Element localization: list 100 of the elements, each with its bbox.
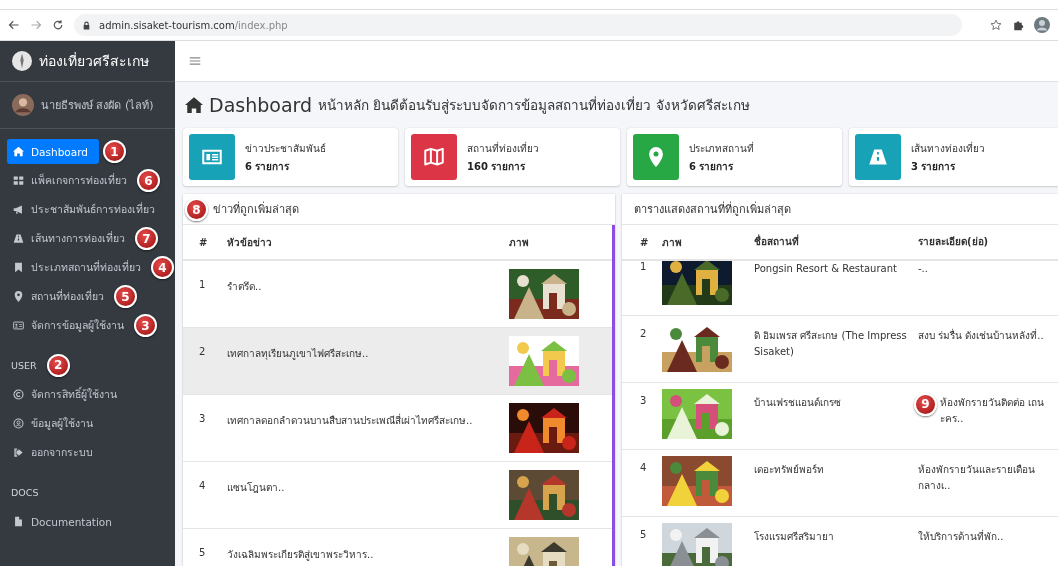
file-icon [13,516,24,527]
table-cell-text: เดอะทรัพย์พอร์ท [754,463,825,477]
table-cell: ห้องพักรายวันและรายเดือน กลางเ.. [918,464,1035,491]
info-box-label: ประเภทสถานที่ [689,140,754,156]
table-row[interactable]: 2 เทศกาลทุเรียนภูเขาไฟศรีสะเกษ.. [183,328,612,395]
info-box-count: 160 รายการ [467,159,527,174]
number-marker: 7 [135,227,158,250]
number-marker: 3 [134,314,157,337]
card-title: ตารางแสดงสถานที่ที่ถูกเพิ่มล่าสุด [634,200,791,218]
table-row[interactable]: 4 แซนโฎนตา.. [183,462,612,529]
nav-item[interactable]: เส้นทางการท่องเที่ยว [7,226,131,251]
home-icon [185,96,203,114]
user-name[interactable]: นายธีรพงษ์ สงผัด (ไลท์) [41,96,154,114]
table-cell-text: 1 [198,278,207,290]
column-header: # [639,236,650,248]
nav-item[interactable]: ประเภทสถานที่ท่องเที่ยว [7,255,147,280]
number-marker: 9 [914,393,937,416]
table-cell-text: 4 [639,461,648,473]
idcard-icon [13,320,24,331]
nav-item[interactable]: ประชาสัมพันธ์การท่องเที่ยว [7,197,161,222]
table-cell-text: 2 [639,327,648,339]
back-icon[interactable] [8,19,20,31]
table-cell-text: เทศกาลดอกลำดวนบานสืบสานประเพณีสี่เผ่าไทศรีสะเกษ.. [227,412,474,428]
nav-item[interactable]: จัดการข้อมูลผู้ใช้งาน [7,313,130,338]
table-cell-text: เทศกาลทุเรียนภูเขาไฟศรีสะเกษ.. [227,347,370,361]
column-header: ชื่อสถานที่ [754,234,800,249]
nav-item[interactable]: ข้อมูลผู้ใช้งาน [7,411,99,436]
table-cell-text: 5 [639,528,648,540]
nav-item[interactable]: Dashboard [7,139,99,164]
table-cell: -.. [918,263,928,274]
table-cell-text: โรงแรมศรีสริมายา [754,530,835,544]
map-icon [424,147,444,167]
page-subtitle: หน้าหลัก ยินดีต้อนรับสู่ระบบจัดการข้อมูลสถานที่ท่องเที่ยว จังหวัดศรีสะเกษ [318,95,750,116]
table-row[interactable]: 3 เทศกาลดอกลำดวนบานสืบสานประเพณีสี่เผ่าไทศรีสะเกษ.. [183,395,612,462]
number-marker: 4 [151,256,174,279]
table-cell-text: บ้านเฟรชแอนด์เกรซ [754,396,842,410]
column-header: ภาพ [662,235,683,250]
table-cell-text: Pongsin Resort & Restaurant [754,262,898,276]
table-row[interactable]: 1 รำตรึด.. [183,261,612,328]
table-cell-text: 2 [198,345,207,357]
table-cell: ให้บริการด้านที่พัก.. [918,531,1004,542]
table-cell-text: แซนโฎนตา.. [227,481,286,495]
table-cell-text: 4 [198,479,207,491]
number-marker: 1 [103,140,126,163]
section-header: USER [11,359,37,371]
number-marker: 5 [114,285,137,308]
column-header: # [198,236,209,248]
table-row[interactable]: 5 วังเฉลิมพระเกียรติสู่เขาพระวิหาร.. [183,529,612,566]
nav-item[interactable]: จัดการสิทธิ์ผู้ใช้งาน [7,382,123,407]
table-cell-text: 3 [639,394,648,406]
table-cell-text: 5 [198,546,207,558]
nav-item[interactable]: สถานที่ท่องเที่ยว [7,284,110,309]
column-header: รายละเอียด(ย่อ) [918,235,990,249]
table-cell-text: 3 [198,412,207,424]
info-box-label: เส้นทางท่องเที่ยว [911,140,985,156]
card-title: ข่าวที่ถูกเพิ่มล่าสุด [213,200,299,218]
nav-item[interactable]: Documentation [7,509,118,534]
menu-icon[interactable] [189,55,201,67]
column-header: หัวข้อข่าว [227,235,273,250]
home-icon [13,146,24,157]
page-title: Dashboard [209,94,313,116]
logo-icon [12,51,32,71]
number-marker: 6 [137,169,160,192]
usercircle-icon [13,418,24,429]
nav-item[interactable]: แพ็คเกจการท่องเที่ยว [7,168,133,193]
table-cell: ห้องพักรายวันติดต่อ เถนะคร.. [940,397,1045,424]
road-icon [13,233,24,244]
profile-avatar-icon[interactable] [1034,17,1050,33]
section-header: DOCS [11,486,39,498]
road-icon [868,147,888,167]
megaphone-icon [13,204,24,215]
table-cell-text: วังเฉลิมพระเกียรติสู่เขาพระวิหาร.. [227,548,375,562]
info-box-count: 6 รายการ [245,159,291,174]
signout-icon [13,447,24,458]
copyright-icon [13,389,24,400]
table-cell-text: 1 [639,261,648,272]
brand-name[interactable]: ท่องเที่ยวศรีสะเกษ [39,50,149,72]
lock-icon [82,20,91,30]
user-avatar-icon [12,94,34,116]
reload-icon[interactable] [52,19,64,31]
pin-icon [13,291,24,302]
table-cell: สงบ ร่มรื่น ดังเช่นบ้านหลังที่.. [918,330,1044,341]
info-box-label: ข่าวประชาสัมพันธ์ [245,141,326,156]
info-box-label: สถานที่ท่องเที่ยว [467,140,539,156]
address-bar[interactable]: admin.sisaket-tourism.com/index.php [74,14,962,36]
info-box-count: 6 รายการ [689,159,735,174]
table-cell-text: รำตรึด.. [227,280,263,294]
info-box-count: 3 รายการ [911,159,957,174]
nav-item[interactable]: ออกจากระบบ [7,440,99,465]
column-header: ภาพ [509,235,530,250]
number-marker: 2 [46,353,70,377]
number-marker: 8 [185,198,208,221]
pin-icon [646,147,666,167]
news-icon [202,147,222,167]
puzzle-icon[interactable] [1012,19,1024,31]
grid-icon [13,175,24,186]
url-host: admin.sisaket-tourism.com [99,19,235,31]
table-cell-text: ดิ อิมเพรส ศรีสะเกษ (The Impress Sisaket) [754,329,908,359]
bookmark-icon [13,262,24,273]
star-icon[interactable] [990,19,1002,31]
